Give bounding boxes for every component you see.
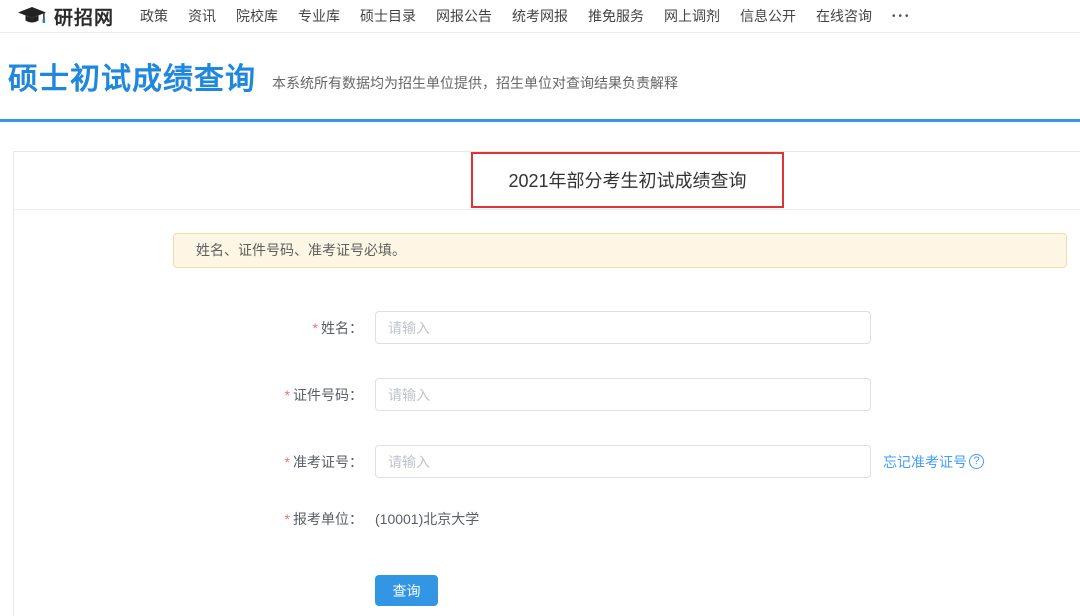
admission-ticket-input[interactable] (375, 445, 871, 478)
required-mark: * (285, 511, 290, 527)
top-navigation-bar: 研招网 政策 资讯 院校库 专业库 硕士目录 网报公告 统考网报 推免服务 网上… (0, 0, 1080, 33)
form-row-admission-ticket: *准考证号： 忘记准考证号 ? (14, 445, 1080, 478)
nav-more-dots-icon[interactable]: ••• (882, 11, 922, 22)
nav-item-zaixianzixun[interactable]: 在线咨询 (806, 6, 882, 26)
site-logo[interactable]: 研招网 (18, 3, 114, 30)
page-title: 硕士初试成绩查询 (8, 54, 256, 98)
page-header: 硕士初试成绩查询 本系统所有数据均为招生单位提供，招生单位对查询结果负责解释 (0, 33, 1080, 119)
apply-unit-value: (10001)北京大学 (375, 509, 479, 529)
nav-item-wangbaogonggao[interactable]: 网报公告 (426, 6, 502, 26)
nav-menu: 政策 资讯 院校库 专业库 硕士目录 网报公告 统考网报 推免服务 网上调剂 信… (130, 6, 882, 26)
nav-item-zixun[interactable]: 资讯 (178, 6, 226, 26)
apply-unit-label: *报考单位： (14, 509, 375, 529)
id-number-input[interactable] (375, 378, 871, 411)
required-mark: * (285, 454, 290, 470)
logo-text: 研招网 (54, 3, 114, 30)
blue-divider (0, 119, 1080, 122)
query-button[interactable]: 查询 (375, 575, 438, 606)
help-question-icon: ? (969, 454, 984, 469)
form-row-id-number: *证件号码： (14, 378, 1080, 411)
graduation-cap-icon (18, 6, 54, 27)
nav-item-yuanxiaoku[interactable]: 院校库 (226, 6, 288, 26)
query-form: *姓名： *证件号码： *准考证号： 忘记准考证号 ? *报考单位： (1000… (14, 311, 1080, 606)
nav-item-shuoshimulu[interactable]: 硕士目录 (350, 6, 426, 26)
form-row-apply-unit: *报考单位： (10001)北京大学 (14, 509, 1080, 529)
forgot-ticket-link-text: 忘记准考证号 (883, 452, 967, 472)
required-mark: * (285, 387, 290, 403)
form-row-name: *姓名： (14, 311, 1080, 344)
red-annotation-box: 2021年部分考生初试成绩查询 (471, 152, 784, 208)
name-input[interactable] (375, 311, 871, 344)
score-query-card: 2021年部分考生初试成绩查询 姓名、证件号码、准考证号必填。 *姓名： *证件… (13, 151, 1080, 616)
required-fields-notice: 姓名、证件号码、准考证号必填。 (173, 233, 1067, 268)
page-subtitle: 本系统所有数据均为招生单位提供，招生单位对查询结果负责解释 (272, 73, 678, 93)
id-number-label: *证件号码： (14, 385, 375, 405)
nav-item-wangshangtiaoji[interactable]: 网上调剂 (654, 6, 730, 26)
nav-item-tuimianfuwu[interactable]: 推免服务 (578, 6, 654, 26)
admission-ticket-label: *准考证号： (14, 452, 375, 472)
card-title-row: 2021年部分考生初试成绩查询 (14, 152, 1080, 210)
nav-item-tongkaowangbao[interactable]: 统考网报 (502, 6, 578, 26)
nav-item-zhengce[interactable]: 政策 (130, 6, 178, 26)
required-mark: * (313, 320, 318, 336)
submit-row: 查询 (375, 575, 1080, 606)
card-title: 2021年部分考生初试成绩查询 (508, 167, 746, 193)
nav-item-zhuanyeku[interactable]: 专业库 (288, 6, 350, 26)
name-label: *姓名： (14, 318, 375, 338)
nav-item-xinxigongkai[interactable]: 信息公开 (730, 6, 806, 26)
forgot-ticket-link[interactable]: 忘记准考证号 ? (883, 452, 984, 472)
